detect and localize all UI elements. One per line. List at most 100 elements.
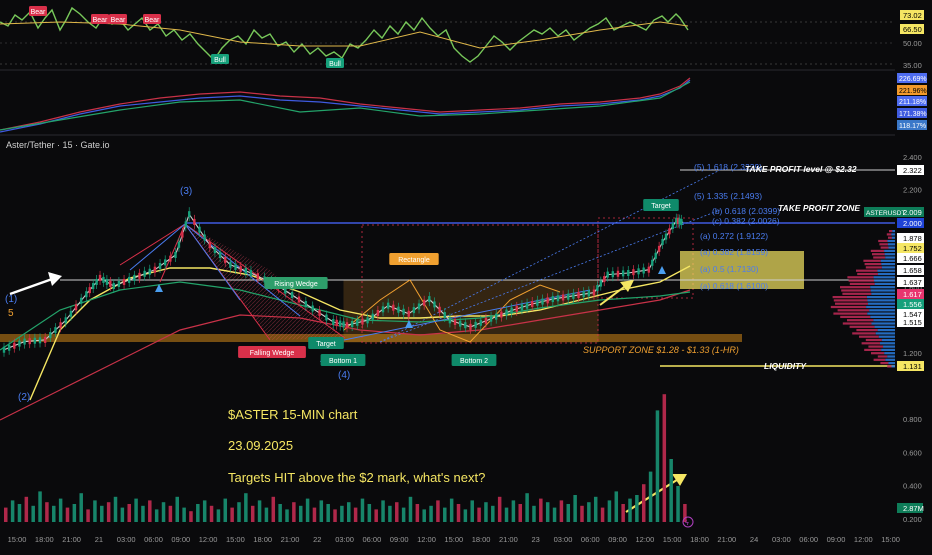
volume-profile-bar bbox=[869, 309, 895, 312]
volume-profile-bar bbox=[849, 325, 875, 328]
rsi-marker: Bear bbox=[93, 17, 108, 24]
volume-profile-bar bbox=[892, 230, 895, 233]
candle-body bbox=[193, 218, 196, 225]
candle-body bbox=[664, 233, 668, 240]
candle-body bbox=[428, 296, 431, 303]
volume-bar bbox=[388, 505, 392, 522]
volume-bar bbox=[635, 495, 639, 522]
volume-bar bbox=[408, 496, 413, 522]
candle-body bbox=[603, 276, 606, 283]
candle-body bbox=[239, 265, 242, 272]
volume-profile-bar bbox=[878, 239, 888, 243]
volume-bar bbox=[552, 507, 557, 522]
volume-bar bbox=[415, 504, 420, 522]
volume-profile-bar bbox=[870, 315, 895, 318]
volume-profile-bar bbox=[842, 322, 872, 325]
volume-profile-bar bbox=[857, 272, 878, 276]
volume-profile-bar bbox=[889, 230, 893, 233]
candle-body bbox=[632, 269, 635, 276]
candle-body bbox=[637, 268, 640, 275]
volume-bar bbox=[614, 491, 619, 522]
volume-bar bbox=[532, 505, 536, 522]
price-label: 1.556 bbox=[903, 300, 922, 309]
volume-profile-bar bbox=[866, 296, 895, 299]
volume-bar bbox=[648, 471, 653, 522]
time-tick-label: 15:00 bbox=[444, 535, 463, 544]
pattern-tag: Rising Wedge bbox=[274, 281, 318, 288]
candle-body bbox=[479, 319, 482, 326]
volume-bar bbox=[285, 509, 289, 522]
overlay-line-3: Targets HIT above the $2 mark, what's ne… bbox=[228, 470, 485, 485]
candle-body bbox=[371, 313, 374, 320]
candle-body bbox=[505, 309, 508, 316]
volume-profile-bar bbox=[873, 358, 886, 361]
candle-body bbox=[647, 266, 651, 273]
candle-body bbox=[229, 261, 232, 268]
symbol-tag: ASTERUSDT bbox=[866, 210, 905, 217]
chart-svg[interactable]: BearBear Bear BearBullBull 73.0266.5050.00… bbox=[0, 0, 932, 550]
rsi-label: 66.50 bbox=[903, 25, 922, 34]
candle-body bbox=[350, 321, 354, 328]
candle-body bbox=[577, 292, 580, 299]
volume-profile-bar bbox=[840, 315, 871, 318]
liquidity-text: LIQUIDITY bbox=[764, 361, 807, 371]
volume-profile-bar bbox=[881, 263, 895, 266]
candle-body bbox=[174, 252, 177, 258]
candle-body bbox=[249, 269, 253, 276]
volume-bar bbox=[497, 496, 502, 522]
volume-bar bbox=[58, 498, 63, 522]
candle-body bbox=[453, 318, 457, 325]
candle-body bbox=[582, 291, 585, 298]
wave-label-5: 5 bbox=[8, 308, 14, 319]
volume-profile-bar bbox=[888, 362, 895, 365]
candle-body bbox=[23, 338, 26, 345]
rsi-marker: Bear bbox=[111, 17, 126, 24]
volume-profile-bar bbox=[886, 233, 892, 236]
volume-bar bbox=[422, 509, 426, 522]
candle-body bbox=[392, 304, 395, 311]
candle-body bbox=[515, 305, 518, 312]
indicator-right-scale: 226.69% 221.96% 211.18% 171.38% 118.17% bbox=[897, 73, 927, 130]
volume-bar bbox=[237, 502, 241, 522]
volume-bar bbox=[319, 500, 324, 522]
price-label: 2.009 bbox=[903, 208, 922, 217]
price-label: 1.617 bbox=[903, 290, 922, 299]
candle-body bbox=[59, 322, 62, 329]
volume-profile-bar bbox=[891, 236, 895, 239]
candle-body bbox=[541, 298, 544, 305]
time-tick-label: 12:00 bbox=[854, 535, 873, 544]
volume-bar bbox=[347, 502, 351, 522]
candle-body bbox=[680, 218, 683, 225]
candle-body bbox=[213, 247, 217, 254]
candle-body bbox=[148, 268, 151, 275]
volume-bar bbox=[257, 500, 262, 522]
candle-body bbox=[218, 252, 222, 258]
volume-profile-bar bbox=[883, 345, 895, 348]
volume-bar bbox=[292, 502, 296, 522]
chart-root: Bear Bear Bear Bear Bull Bull 73.02 66.50 50.00… bbox=[0, 0, 932, 550]
candle-body bbox=[133, 274, 136, 281]
volume-bar bbox=[45, 502, 49, 522]
volume-profile-bar bbox=[842, 292, 872, 295]
fib-label: (c) 0.382 (2.0026) bbox=[712, 216, 780, 226]
time-tick-label: 21:00 bbox=[499, 535, 518, 544]
volume-profile-bar bbox=[887, 239, 895, 243]
fib-label: (a) 0.382 (1.8159) bbox=[700, 247, 768, 257]
price-label: 2.322 bbox=[903, 166, 922, 175]
volume-bar bbox=[628, 498, 632, 522]
pattern-tag: Target bbox=[316, 341, 336, 348]
volume-profile-bar bbox=[870, 249, 885, 252]
candle-body bbox=[297, 296, 301, 303]
candle-body bbox=[366, 317, 369, 324]
overlay-line-1: $ASTER 15-MIN chart bbox=[228, 407, 358, 422]
price-label: 1.666 bbox=[903, 254, 922, 263]
time-tick-label: 06:00 bbox=[363, 535, 382, 544]
candle-body bbox=[109, 280, 112, 287]
candle-body bbox=[381, 306, 385, 313]
volume-profile-bar bbox=[872, 253, 885, 256]
price-label: 1.637 bbox=[903, 278, 922, 287]
candle-body bbox=[417, 303, 421, 310]
volume-profile-bar bbox=[874, 325, 895, 328]
wave-label-3: (3) bbox=[180, 186, 192, 197]
volume-bar bbox=[196, 504, 200, 522]
